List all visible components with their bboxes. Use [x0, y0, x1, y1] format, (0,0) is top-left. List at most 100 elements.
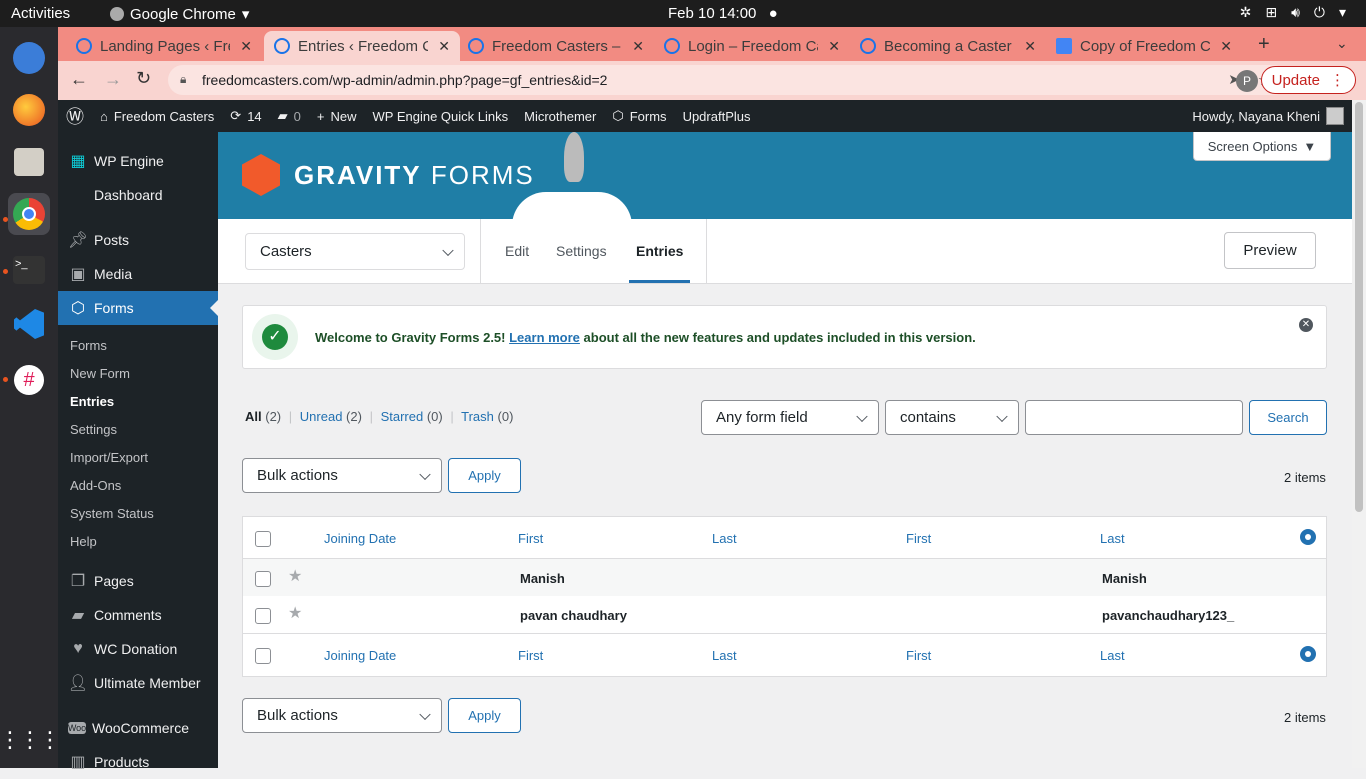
row-checkbox[interactable]	[255, 571, 271, 587]
form-switcher[interactable]: Casters	[245, 233, 465, 270]
filter-trash[interactable]: Trash (0)	[461, 409, 513, 424]
caret-down-icon[interactable]: ▾	[1339, 4, 1346, 21]
profile-avatar[interactable]: P	[1236, 70, 1258, 92]
slack-icon[interactable]: #	[8, 359, 50, 401]
microthemer-link[interactable]: Microthemer	[524, 109, 596, 124]
column-settings-gear-icon[interactable]	[1300, 529, 1316, 545]
activities-button[interactable]: Activities	[11, 5, 70, 22]
tab-entries[interactable]: Entries	[636, 243, 683, 259]
close-tab-icon[interactable]: ✕	[632, 38, 644, 55]
apply-button-bottom[interactable]: Apply	[448, 698, 521, 733]
sidebar-item-wp-engine[interactable]: ▦ WP Engine	[58, 144, 218, 178]
table-row[interactable]: ★ Manish Manish	[243, 559, 1326, 596]
submenu-forms[interactable]: Forms	[70, 338, 107, 353]
column-settings-gear-icon[interactable]	[1300, 646, 1316, 662]
column-header[interactable]: First	[518, 648, 543, 663]
app-grid-icon[interactable]: ⋮⋮⋮	[0, 719, 61, 761]
reload-icon[interactable]: ↻	[136, 68, 151, 89]
select-all-checkbox[interactable]	[255, 531, 271, 547]
column-header[interactable]: Joining Date	[324, 531, 396, 546]
browser-tab[interactable]: Freedom Casters – Freedom ✕	[458, 31, 654, 61]
files-icon[interactable]	[8, 141, 50, 183]
close-tab-icon[interactable]: ✕	[240, 38, 252, 55]
screen-options-button[interactable]: Screen Options ▼	[1193, 132, 1331, 161]
column-header[interactable]: Last	[1100, 648, 1125, 663]
bulk-actions-select-bottom[interactable]: Bulk actions	[242, 698, 442, 733]
submenu-import-export[interactable]: Import/Export	[70, 450, 148, 465]
thunderbird-icon[interactable]	[8, 37, 50, 79]
submenu-system-status[interactable]: System Status	[70, 506, 154, 521]
updates-link[interactable]: ⟳ 14	[230, 108, 261, 124]
new-content-link[interactable]: + New	[317, 109, 357, 124]
column-header[interactable]: First	[906, 531, 931, 546]
network-icon[interactable]: ⊞	[1265, 4, 1277, 21]
sidebar-item-forms[interactable]: ⬡ Forms	[58, 291, 218, 325]
scrollbar-thumb[interactable]	[1355, 102, 1363, 512]
submenu-add-ons[interactable]: Add-Ons	[70, 478, 121, 493]
power-icon[interactable]: ⏻	[1314, 4, 1325, 21]
vscode-icon[interactable]	[8, 303, 50, 345]
wordpress-logo-icon[interactable]: Ⓦ	[66, 103, 84, 129]
sidebar-item-pages[interactable]: ❐ Pages	[58, 564, 218, 598]
site-name-link[interactable]: ⌂ Freedom Casters	[100, 109, 214, 124]
tab-search-icon[interactable]: ⌄	[1336, 35, 1348, 52]
submenu-settings[interactable]: Settings	[70, 422, 117, 437]
search-button[interactable]: Search	[1249, 400, 1327, 435]
browser-tab[interactable]: Copy of Freedom Casters ✕	[1046, 31, 1242, 61]
new-tab-icon[interactable]: +	[1258, 33, 1270, 56]
star-icon[interactable]: ★	[288, 603, 302, 623]
column-header[interactable]: Last	[1100, 531, 1125, 546]
forms-link[interactable]: ⬡ Forms	[612, 108, 666, 124]
search-field-select[interactable]: Any form field	[701, 400, 879, 435]
table-row[interactable]: ★ pavan chaudhary pavanchaudhary123_	[243, 596, 1326, 634]
dismiss-icon[interactable]: ✕	[1299, 318, 1313, 332]
submenu-help[interactable]: Help	[70, 534, 97, 549]
filter-unread[interactable]: Unread (2)	[300, 409, 362, 424]
sidebar-item-ultimate-member[interactable]: 👤︎ Ultimate Member	[58, 666, 218, 700]
comments-link[interactable]: ▰ 0	[278, 108, 301, 124]
filter-starred[interactable]: Starred (0)	[381, 409, 443, 424]
apply-button[interactable]: Apply	[448, 458, 521, 493]
sidebar-item-wc-donation[interactable]: ♥ WC Donation	[58, 632, 218, 666]
preview-button[interactable]: Preview	[1224, 232, 1316, 269]
chrome-update-button[interactable]: Update ⋮	[1260, 66, 1356, 94]
column-header[interactable]: Joining Date	[324, 648, 396, 663]
system-tray[interactable]: ✲ ⊞ 🔊︎ ⏻ ▾	[1240, 4, 1346, 21]
sidebar-item-dashboard[interactable]: Dashboard	[58, 178, 218, 212]
forward-icon[interactable]: →	[104, 69, 122, 90]
updraftplus-link[interactable]: UpdraftPlus	[683, 109, 751, 124]
cell-first[interactable]: Manish	[520, 571, 565, 586]
column-header[interactable]: Last	[712, 531, 737, 546]
row-checkbox[interactable]	[255, 608, 271, 624]
terminal-icon[interactable]: >_	[8, 249, 50, 291]
search-input[interactable]	[1025, 400, 1243, 435]
chrome-icon[interactable]	[8, 193, 50, 235]
address-bar[interactable]: 🔒︎ freedomcasters.com/wp-admin/admin.php…	[168, 65, 1288, 95]
search-operator-select[interactable]: contains	[885, 400, 1019, 435]
cell-first[interactable]: pavan chaudhary	[520, 608, 627, 623]
close-tab-icon[interactable]: ✕	[1024, 38, 1036, 55]
browser-tab[interactable]: Landing Pages ‹ Freedom Casters ✕	[66, 31, 262, 61]
my-account-link[interactable]: Howdy, Nayana Kheni	[1192, 107, 1344, 125]
tab-settings[interactable]: Settings	[556, 243, 607, 259]
close-tab-icon[interactable]: ✕	[828, 38, 840, 55]
volume-icon[interactable]: 🔊︎	[1291, 4, 1300, 21]
bulk-actions-select[interactable]: Bulk actions	[242, 458, 442, 493]
submenu-new-form[interactable]: New Form	[70, 366, 130, 381]
column-header[interactable]: First	[518, 531, 543, 546]
learn-more-link[interactable]: Learn more	[509, 330, 580, 345]
sidebar-item-media[interactable]: ▣ Media	[58, 257, 218, 291]
filter-all[interactable]: All (2)	[245, 409, 281, 424]
close-tab-icon[interactable]: ✕	[438, 38, 450, 55]
sidebar-item-comments[interactable]: ▰ Comments	[58, 598, 218, 632]
browser-tab[interactable]: Becoming a Caster ✕	[850, 31, 1046, 61]
star-icon[interactable]: ★	[288, 566, 302, 586]
wpengine-quick-links[interactable]: WP Engine Quick Links	[373, 109, 509, 124]
page-scrollbar[interactable]	[1352, 100, 1366, 768]
select-all-checkbox[interactable]	[255, 648, 271, 664]
sidebar-item-products[interactable]: ▥ Products	[58, 745, 218, 779]
sidebar-item-posts[interactable]: 📌︎ Posts	[58, 223, 218, 257]
clock[interactable]: Feb 10 14:00 ●	[668, 5, 778, 22]
firefox-icon[interactable]	[8, 89, 50, 131]
submenu-entries[interactable]: Entries	[70, 394, 114, 409]
